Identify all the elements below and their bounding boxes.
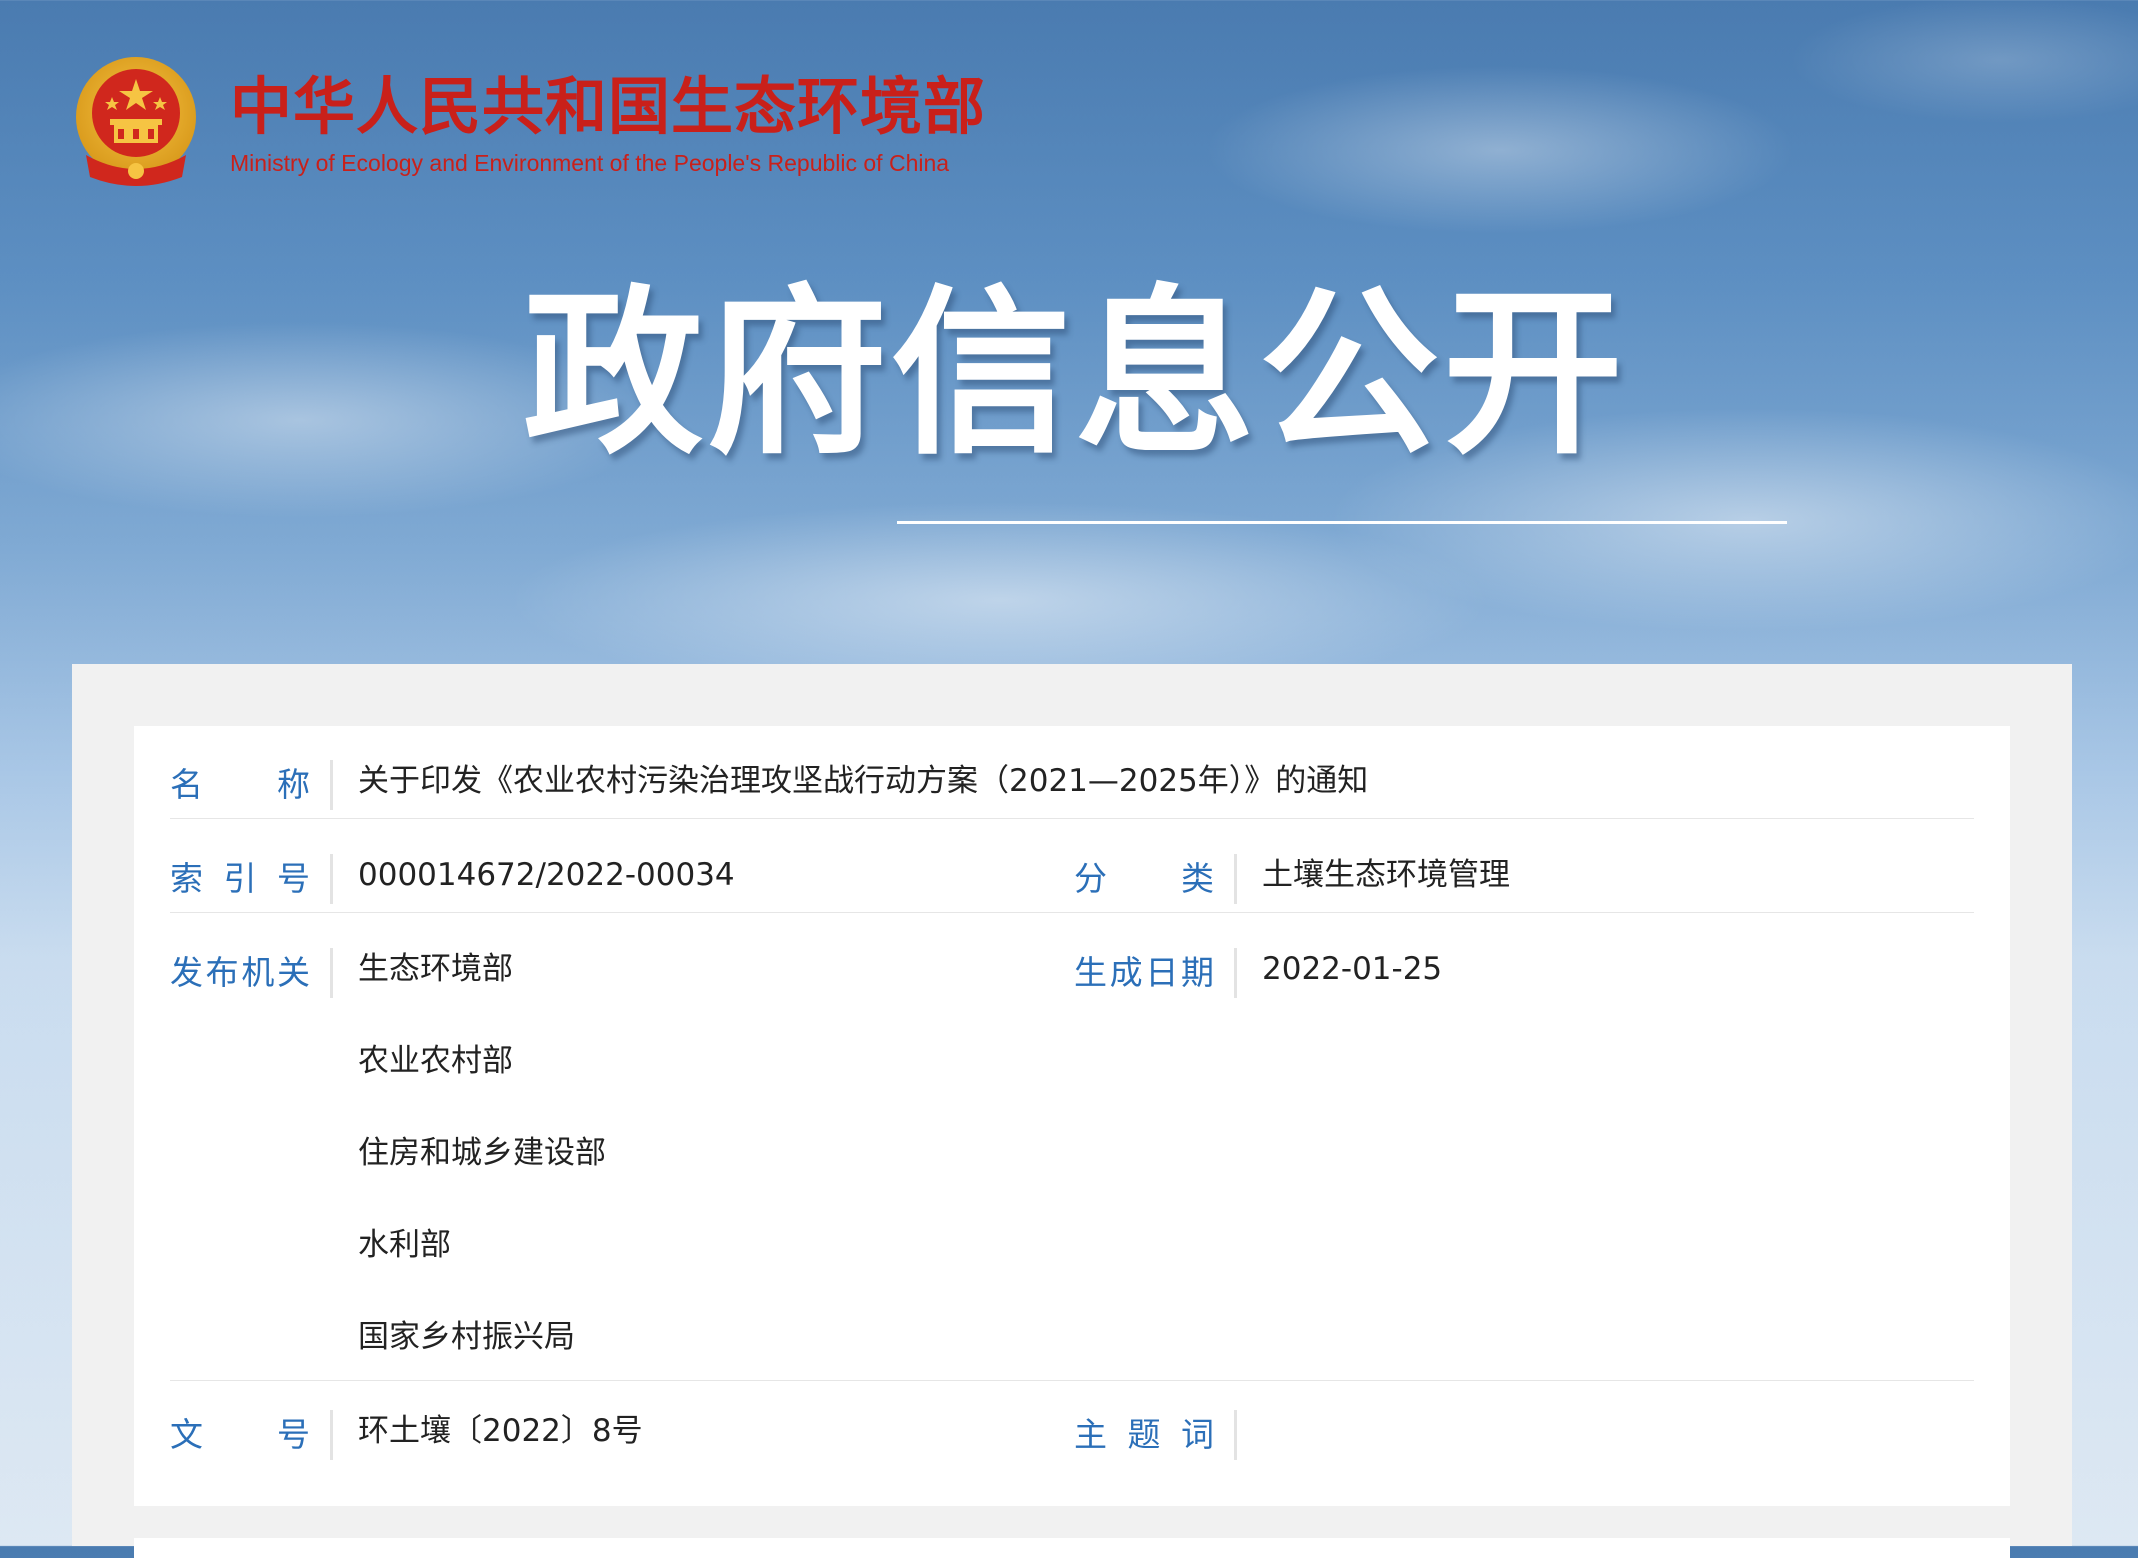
row-doc-no: 文 号 环土壤〔2022〕8号 主 题 词 — [170, 1410, 1974, 1468]
national-emblem-icon — [76, 57, 196, 186]
ministry-name-cn: 中华人民共和国生态环境部 — [230, 70, 987, 144]
info-panel: 名 称 关于印发《农业农村污染治理攻坚战行动方案（2021—2025年）》的通知… — [72, 664, 2072, 1558]
keywords-label: 主 题 词 — [1074, 1410, 1237, 1460]
row-name: 名 称 关于印发《农业农村污染治理攻坚战行动方案（2021—2025年）》的通知 — [170, 760, 1974, 819]
ministry-name-en: Ministry of Ecology and Environment of t… — [230, 149, 950, 176]
site-header: 中华人民共和国生态环境部 Ministry of Ecology and Env… — [70, 50, 986, 200]
date-value: 2022-01-25 — [1262, 951, 1443, 987]
ministry-name: 中华人民共和国生态环境部 Ministry of Ecology and Env… — [230, 73, 986, 176]
doc-no-value: 环土壤〔2022〕8号 — [358, 1413, 643, 1449]
name-label: 名 称 — [170, 760, 333, 810]
issuer-item: 国家乡村振兴局 — [358, 1319, 575, 1355]
doc-no-label: 文 号 — [170, 1410, 333, 1460]
index-value: 000014672/2022-00034 — [358, 857, 735, 893]
name-value: 关于印发《农业农村污染治理攻坚战行动方案（2021—2025年）》的通知 — [358, 763, 1369, 799]
row-index: 索 引 号 000014672/2022-00034 分 类 土壤生态环境管理 — [170, 854, 1974, 913]
issuer-item: 住房和城乡建设部 — [358, 1135, 606, 1171]
row-issuer: 发 布 机 关 生态环境部 农业农村部 住房和城乡建设部 水利部 国家乡村振兴局… — [170, 948, 1974, 1381]
index-label: 索 引 号 — [170, 854, 333, 904]
category-value: 土壤生态环境管理 — [1262, 857, 1510, 893]
issuer-list: 生态环境部 农业农村部 住房和城乡建设部 水利部 国家乡村振兴局 — [358, 944, 606, 1404]
issuer-label: 发 布 机 关 — [170, 948, 333, 998]
info-card: 名 称 关于印发《农业农村污染治理攻坚战行动方案（2021—2025年）》的通知… — [134, 726, 2010, 1506]
category-label: 分 类 — [1074, 854, 1237, 904]
banner-underline — [897, 521, 1787, 524]
banner-title: 政府信息公开 — [522, 270, 1627, 479]
next-card-edge — [134, 1538, 2010, 1558]
issuer-item: 农业农村部 — [358, 1043, 513, 1079]
date-label: 生 成 日 期 — [1074, 948, 1237, 998]
issuer-item: 生态环境部 — [358, 951, 513, 987]
issuer-item: 水利部 — [358, 1227, 451, 1263]
